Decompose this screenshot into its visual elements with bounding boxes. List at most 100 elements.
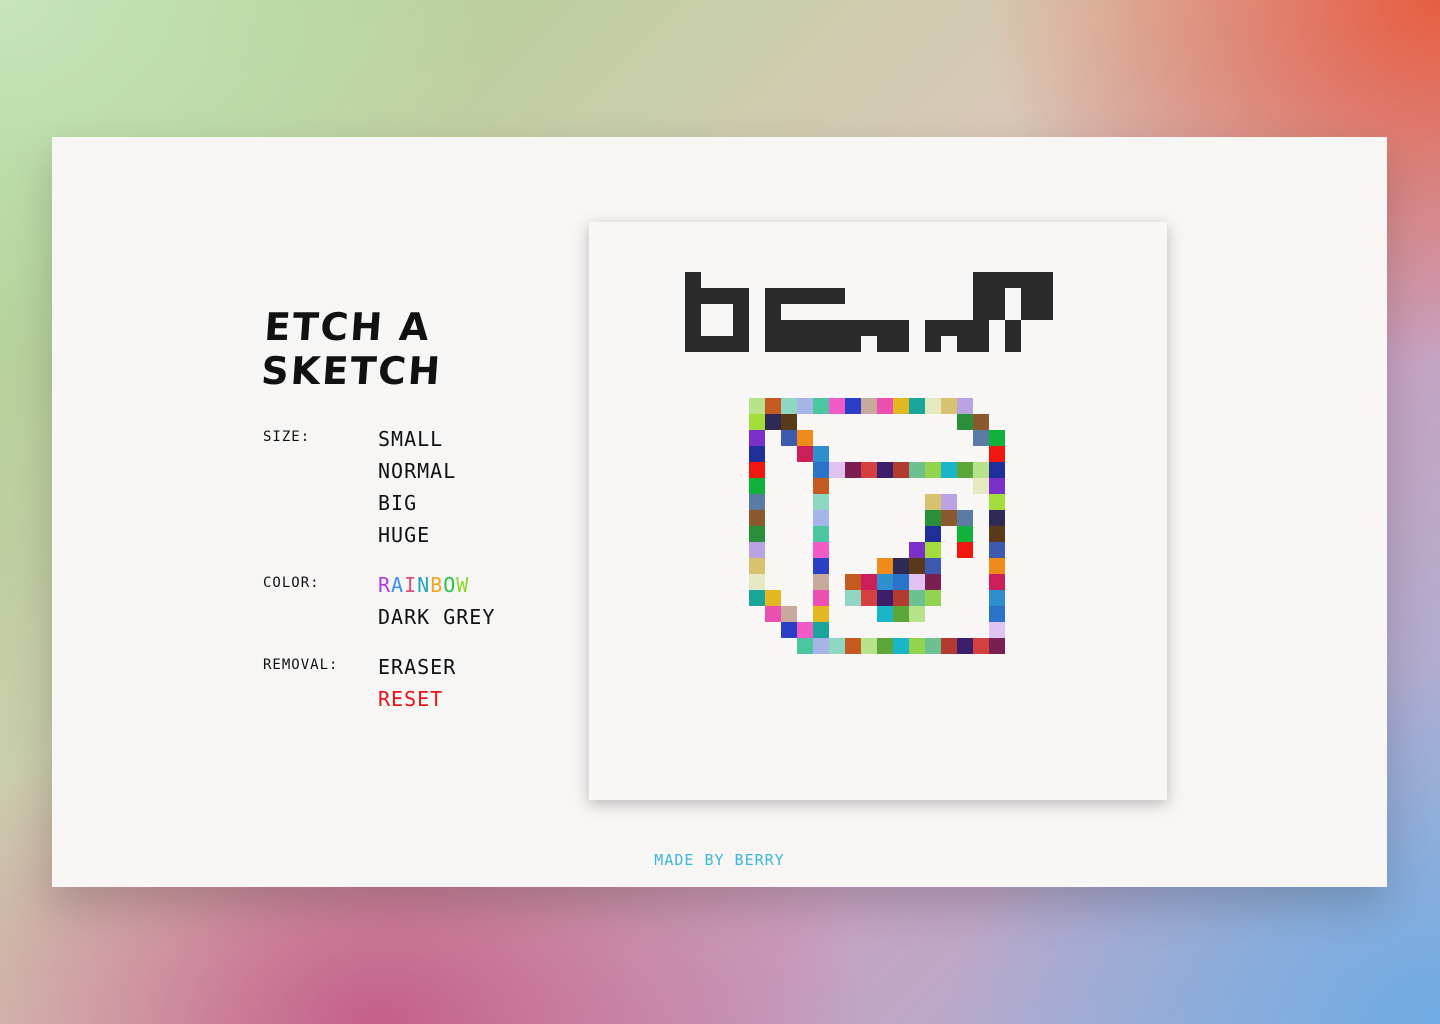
sketch-pixel (813, 574, 829, 590)
pixel-letter-block (973, 288, 989, 336)
pixel-letter-block (973, 272, 1053, 288)
sketch-pixel (781, 622, 797, 638)
sketch-pixel (813, 446, 829, 462)
sketch-pixel (861, 638, 877, 654)
sketch-pixel (957, 462, 973, 478)
sketch-pixel (925, 462, 941, 478)
sketch-pixel (957, 510, 973, 526)
sketch-pixel (989, 478, 1005, 494)
sketch-pixel (909, 398, 925, 414)
sketch-pixel (909, 606, 925, 622)
sketch-pixel (781, 430, 797, 446)
sketch-pixel (909, 462, 925, 478)
pixel-letter-block (765, 288, 845, 304)
sketch-pixel (957, 526, 973, 542)
sketch-pixel (973, 430, 989, 446)
sketch-pixel (989, 510, 1005, 526)
size-big-button[interactable]: BIG (378, 487, 456, 519)
sketch-pixel (925, 558, 941, 574)
size-normal-button[interactable]: NORMAL (378, 455, 456, 487)
sketch-pixel (845, 574, 861, 590)
pixel-letter-block (1021, 288, 1053, 320)
sketch-pixel (941, 638, 957, 654)
sketch-pixel (813, 462, 829, 478)
removal-label: REMOVAL: (263, 657, 339, 673)
sketch-pixel (893, 606, 909, 622)
sketch-pixel (813, 494, 829, 510)
color-rainbow-button[interactable]: RAINBOW (378, 569, 495, 601)
sketch-pixel (813, 398, 829, 414)
sketch-pixel (829, 398, 845, 414)
color-options: COLOR: RAINBOW DARK GREY (263, 569, 563, 633)
sketch-pixel (749, 510, 765, 526)
sketch-pixel (989, 494, 1005, 510)
sketch-pixel (909, 574, 925, 590)
sketch-pixel (909, 542, 925, 558)
pixel-letter-block (765, 336, 845, 352)
sketch-pixel (813, 526, 829, 542)
sketch-pixel (813, 622, 829, 638)
sketch-pixel (861, 574, 877, 590)
sketch-pixel (829, 462, 845, 478)
color-dark-grey-button[interactable]: DARK GREY (378, 601, 495, 633)
sketch-pixel (813, 558, 829, 574)
sketch-pixel (781, 398, 797, 414)
sketch-pixel (957, 542, 973, 558)
eraser-button[interactable]: ERASER (378, 651, 456, 683)
sketch-pixel (989, 558, 1005, 574)
sketch-pixel (813, 590, 829, 606)
sketch-pixel (973, 462, 989, 478)
pixel-letter-hole (701, 320, 717, 336)
sketch-pixel (989, 462, 1005, 478)
sketch-pixel (925, 574, 941, 590)
app-title: ETCH A SKETCH (259, 305, 444, 393)
sketch-pixel (893, 590, 909, 606)
sketch-pixel (765, 606, 781, 622)
sketch-pixel (749, 542, 765, 558)
sketch-pixel (925, 398, 941, 414)
sketch-pixel (749, 590, 765, 606)
sketch-pixel (877, 574, 893, 590)
sketch-pixel (925, 526, 941, 542)
sketch-pixel (845, 398, 861, 414)
sketch-pixel (829, 638, 845, 654)
sketch-pixel (749, 574, 765, 590)
sketch-pixel (925, 494, 941, 510)
sketch-pixel (813, 606, 829, 622)
size-small-button[interactable]: SMALL (378, 423, 456, 455)
sketch-pixel (989, 590, 1005, 606)
sketch-pixel (861, 590, 877, 606)
sketch-pixel (925, 542, 941, 558)
reset-button[interactable]: RESET (378, 683, 456, 715)
sketch-pixel (893, 398, 909, 414)
sketch-pixel (797, 430, 813, 446)
sketch-pixel (877, 590, 893, 606)
sketch-pixel (893, 638, 909, 654)
sketch-pixel (797, 398, 813, 414)
sketch-canvas[interactable] (589, 222, 1167, 800)
size-label: SIZE: (263, 429, 311, 445)
app-card: ETCH A SKETCH SIZE: SMALL NORMAL BIG HUG… (52, 137, 1387, 887)
sketch-pixel (749, 494, 765, 510)
sketch-pixel (989, 526, 1005, 542)
sketch-pixel (877, 558, 893, 574)
sketch-pixel (749, 478, 765, 494)
size-huge-button[interactable]: HUGE (378, 519, 456, 551)
sketch-pixel (861, 462, 877, 478)
sketch-pixel (749, 558, 765, 574)
sketch-pixel (813, 542, 829, 558)
sketch-pixel (877, 638, 893, 654)
sketch-pixel (781, 606, 797, 622)
sketch-pixel (749, 526, 765, 542)
sketch-pixel (877, 398, 893, 414)
pixel-letter-block (765, 320, 845, 336)
sketch-pixel (813, 478, 829, 494)
footer-credit: MADE BY BERRY (654, 851, 785, 869)
sketch-pixel (797, 446, 813, 462)
sketch-pixel (893, 558, 909, 574)
sketch-pixel (957, 414, 973, 430)
pixel-letter-block (685, 336, 749, 352)
sketch-pixel (845, 638, 861, 654)
size-options: SIZE: SMALL NORMAL BIG HUGE (263, 423, 563, 551)
sketch-pixel (893, 462, 909, 478)
